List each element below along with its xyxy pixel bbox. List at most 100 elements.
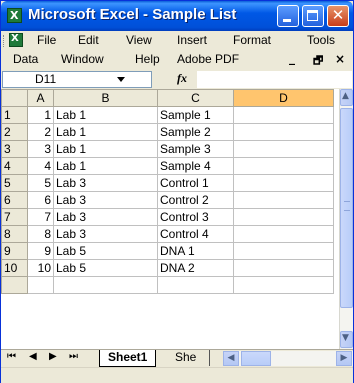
cell-c[interactable]: Control 1 — [157, 174, 234, 192]
cell-d[interactable] — [233, 208, 334, 226]
scroll-left-icon[interactable]: ◀ — [223, 351, 239, 366]
next-sheet-icon[interactable]: ▶ — [49, 351, 57, 362]
scroll-down-button[interactable]: ▼ — [340, 331, 353, 348]
cell-a[interactable]: 4 — [27, 157, 54, 175]
row-header[interactable]: 8 — [1, 225, 28, 243]
menu-tools[interactable]: Tools — [307, 33, 335, 47]
cell-a[interactable]: 1 — [27, 106, 54, 124]
menu-view[interactable]: View — [126, 33, 152, 47]
cell-b[interactable]: Lab 3 — [53, 208, 158, 226]
menu-help[interactable]: Help — [135, 52, 160, 66]
cell-c[interactable]: DNA 1 — [157, 242, 234, 260]
row-header[interactable]: 7 — [1, 208, 28, 226]
row-header[interactable]: 2 — [1, 123, 28, 141]
cell-d[interactable] — [233, 225, 334, 243]
cell-d[interactable] — [233, 140, 334, 158]
menu-insert[interactable]: Insert — [177, 33, 207, 47]
cell-d[interactable] — [233, 259, 334, 277]
row-header[interactable]: 1 — [1, 106, 28, 124]
menu-adobe-pdf[interactable]: Adobe PDF — [177, 52, 239, 66]
cell-a[interactable] — [27, 276, 54, 294]
cell-a[interactable]: 8 — [27, 225, 54, 243]
scroll-up-button[interactable]: ▲ — [340, 89, 353, 106]
cell-a[interactable]: 2 — [27, 123, 54, 141]
row-header[interactable]: 10 — [1, 259, 28, 277]
cell-c[interactable]: Sample 2 — [157, 123, 234, 141]
horizontal-scrollbar[interactable]: ◀ ▶ — [223, 351, 353, 366]
select-all-corner[interactable] — [1, 89, 28, 107]
cell-c[interactable]: Sample 4 — [157, 157, 234, 175]
menu-edit[interactable]: Edit — [78, 33, 99, 47]
row-header[interactable]: 9 — [1, 242, 28, 260]
active-cell[interactable] — [233, 276, 334, 294]
vertical-scroll-thumb[interactable] — [340, 108, 353, 308]
title-bar[interactable]: X Microsoft Excel - Sample List ✕ — [1, 1, 353, 31]
menu-format[interactable]: Format — [233, 33, 271, 47]
cell-b[interactable]: Lab 1 — [53, 106, 158, 124]
cell-a[interactable]: 6 — [27, 191, 54, 209]
menu-data[interactable]: Data — [13, 52, 38, 66]
cell-a[interactable]: 5 — [27, 174, 54, 192]
workbook-close-icon[interactable]: × — [335, 52, 345, 66]
row-header[interactable]: 6 — [1, 191, 28, 209]
name-box[interactable]: D11 — [2, 71, 152, 88]
cell-c[interactable]: Control 4 — [157, 225, 234, 243]
sheet-tab-next[interactable]: She — [171, 350, 210, 366]
cell-c[interactable]: Sample 1 — [157, 106, 234, 124]
cell-b[interactable]: Lab 1 — [53, 140, 158, 158]
cell-c[interactable]: Control 3 — [157, 208, 234, 226]
workbook-minimize-icon[interactable]: _ — [289, 51, 295, 65]
cell-b[interactable]: Lab 1 — [53, 123, 158, 141]
workbook-restore-icon[interactable]: 🗗 — [313, 52, 323, 71]
cell-b[interactable]: Lab 1 — [53, 157, 158, 175]
cell-b[interactable]: Lab 3 — [53, 174, 158, 192]
last-sheet-icon[interactable]: ⏭ — [69, 351, 78, 362]
vertical-scrollbar[interactable]: ▲ ▼ — [339, 89, 353, 349]
cell-a[interactable]: 9 — [27, 242, 54, 260]
menu-window[interactable]: Window — [61, 52, 104, 66]
horizontal-scroll-thumb[interactable] — [241, 351, 271, 366]
cell-b[interactable]: Lab 3 — [53, 191, 158, 209]
column-header-b[interactable]: B — [53, 89, 158, 107]
cell-b[interactable]: Lab 3 — [53, 225, 158, 243]
cell-a[interactable]: 10 — [27, 259, 54, 277]
cell-a[interactable]: 7 — [27, 208, 54, 226]
first-sheet-icon[interactable]: ⏮ — [7, 351, 16, 362]
previous-sheet-icon[interactable]: ◀ — [29, 351, 37, 362]
cell-d[interactable] — [233, 174, 334, 192]
cell-c[interactable]: DNA 2 — [157, 259, 234, 277]
maximize-button[interactable] — [302, 5, 324, 27]
cell-b[interactable]: Lab 5 — [53, 242, 158, 260]
maximize-icon — [307, 10, 318, 21]
menu-file[interactable]: File — [37, 33, 56, 47]
minimize-button[interactable] — [277, 5, 299, 27]
cell-d[interactable] — [233, 242, 334, 260]
cell-c[interactable] — [157, 276, 234, 294]
cell-c[interactable]: Control 2 — [157, 191, 234, 209]
workbook-icon[interactable]: X — [9, 33, 23, 47]
column-header-a[interactable]: A — [27, 89, 54, 107]
worksheet-grid[interactable]: A B C D 1 1 Lab 1 Sample 1 2 2 Lab 1 Sam… — [1, 89, 339, 349]
excel-app-icon[interactable]: X — [7, 8, 22, 23]
row-header[interactable]: 3 — [1, 140, 28, 158]
row-header[interactable]: 5 — [1, 174, 28, 192]
column-header-c[interactable]: C — [157, 89, 234, 107]
cell-a[interactable]: 3 — [27, 140, 54, 158]
close-button[interactable]: ✕ — [327, 5, 349, 27]
row-header[interactable]: 4 — [1, 157, 28, 175]
insert-function-icon[interactable]: fx — [177, 71, 187, 86]
cell-c[interactable]: Sample 3 — [157, 140, 234, 158]
column-header-d[interactable]: D — [233, 89, 334, 107]
name-box-dropdown-icon[interactable] — [117, 77, 125, 82]
toolbar-grip[interactable] — [3, 35, 7, 47]
cell-b[interactable] — [53, 276, 158, 294]
cell-d[interactable] — [233, 157, 334, 175]
cell-d[interactable] — [233, 123, 334, 141]
cell-d[interactable] — [233, 191, 334, 209]
formula-input[interactable] — [197, 71, 352, 88]
cell-b[interactable]: Lab 5 — [53, 259, 158, 277]
row-header[interactable] — [1, 276, 28, 294]
sheet-tab-sheet1[interactable]: Sheet1 — [99, 350, 157, 367]
scroll-right-icon[interactable]: ▶ — [336, 351, 352, 366]
cell-d[interactable] — [233, 106, 334, 124]
